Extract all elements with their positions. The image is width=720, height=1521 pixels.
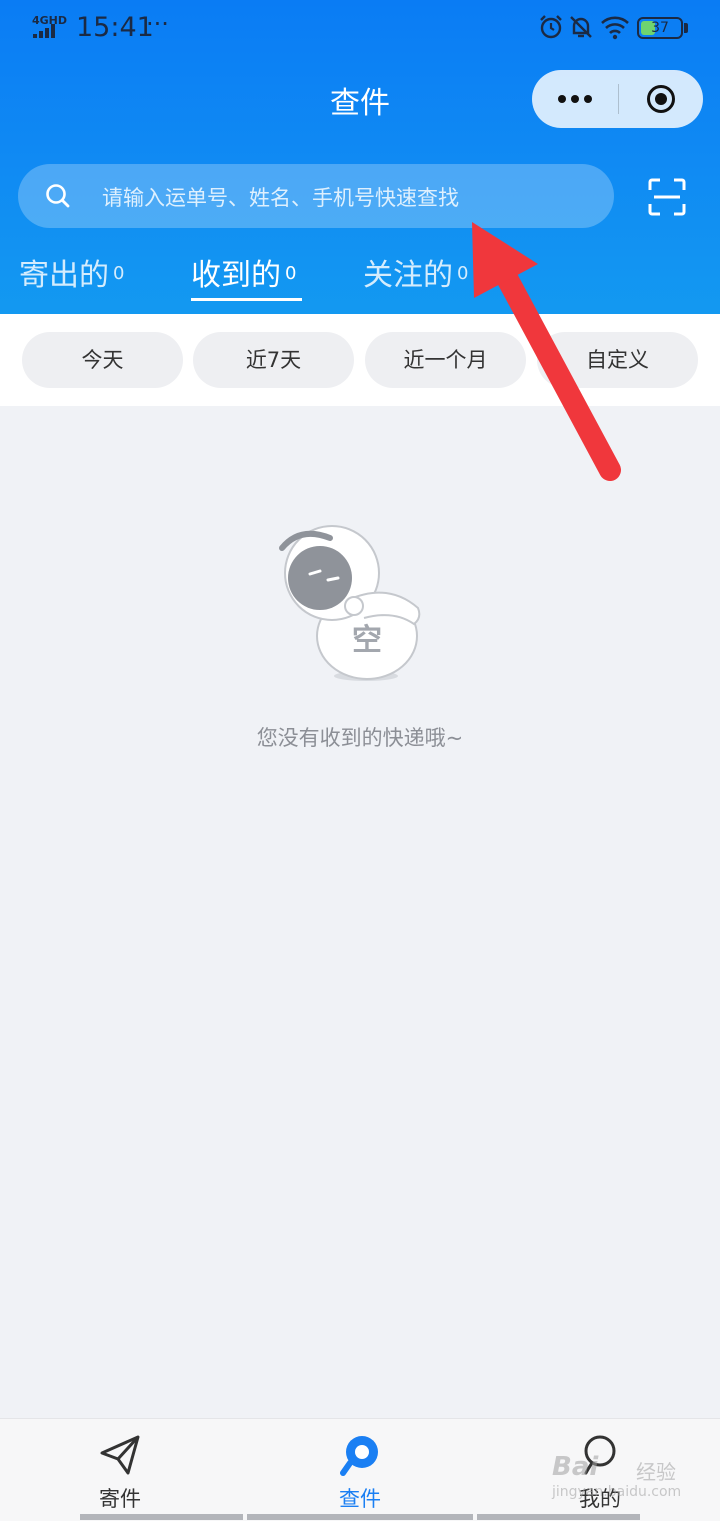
status-more-indicator: ··· — [146, 10, 169, 38]
status-bar: 4GHD 15:41 ··· 37 — [0, 0, 720, 56]
filter-7-days[interactable]: 近7天 — [193, 332, 354, 388]
active-tab-indicator — [191, 298, 302, 301]
tabbar-query[interactable]: 查件 — [240, 1419, 480, 1521]
empty-state-illustration: 空 — [279, 525, 421, 681]
miniprogram-capsule — [532, 70, 703, 128]
watermark-jingyan: 经验 — [636, 1460, 676, 1484]
home-indicator-segment — [477, 1514, 640, 1520]
tab-count: 0 — [457, 263, 469, 284]
tab-count: 0 — [285, 263, 297, 284]
search-location-icon — [340, 1436, 378, 1476]
watermark-brand: Bai — [552, 1452, 599, 1482]
empty-illustration-text: 空 — [352, 623, 382, 658]
filter-custom[interactable]: 自定义 — [537, 332, 698, 388]
tabbar-label: 寄件 — [99, 1487, 141, 1511]
status-time: 15:41 — [76, 12, 154, 43]
paper-plane-icon — [100, 1435, 140, 1475]
signal-icon — [33, 24, 55, 38]
search-placeholder: 请输入运单号、姓名、手机号快速查找 — [102, 186, 459, 210]
search-icon — [46, 184, 70, 208]
bell-muted-icon — [570, 16, 592, 38]
tab-label: 寄出的 — [19, 258, 109, 293]
record-circle-icon[interactable] — [646, 84, 676, 114]
scan-icon[interactable] — [648, 178, 686, 216]
tab-count: 0 — [113, 263, 125, 284]
home-indicator-segment — [80, 1514, 243, 1520]
watermark-url: jingyan.baidu.com — [552, 1484, 682, 1500]
wifi-icon — [601, 16, 629, 40]
header: 4GHD 15:41 ··· 37 查件 请输入运单号、姓名、手机号快速查找 寄… — [0, 0, 720, 314]
tab-label: 关注的 — [363, 258, 453, 293]
search-input[interactable]: 请输入运单号、姓名、手机号快速查找 — [18, 164, 614, 228]
battery-indicator: 37 — [637, 17, 683, 39]
battery-cap — [684, 23, 688, 33]
battery-level: 37 — [651, 20, 669, 36]
more-dots-icon[interactable] — [532, 70, 618, 128]
filter-today[interactable]: 今天 — [22, 332, 183, 388]
empty-state-message: 您没有收到的快递哦~ — [256, 726, 464, 750]
tab-followed[interactable]: 关注的 0 — [363, 250, 468, 306]
date-filter-bar: 今天 近7天 近一个月 自定义 — [0, 314, 720, 406]
tabbar-label: 查件 — [339, 1487, 381, 1511]
filter-1-month[interactable]: 近一个月 — [365, 332, 526, 388]
network-indicator: 4GHD — [32, 14, 68, 40]
alarm-icon — [540, 15, 562, 39]
tab-label: 收到的 — [191, 258, 281, 293]
baidu-jingyan-watermark: Bai 经验 jingyan.baidu.com — [552, 1452, 702, 1508]
tabbar-send[interactable]: 寄件 — [0, 1419, 240, 1521]
home-indicator-segment — [247, 1514, 473, 1520]
capsule-divider — [618, 84, 619, 114]
tab-sent[interactable]: 寄出的 0 — [19, 250, 124, 306]
